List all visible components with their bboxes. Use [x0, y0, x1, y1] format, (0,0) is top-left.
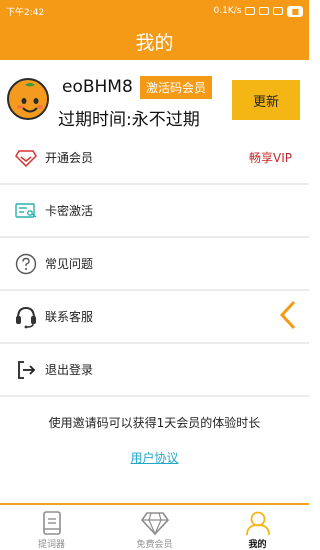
card-key-icon [14, 199, 38, 223]
battery-icon: ■ [287, 5, 303, 17]
expiry-text: 过期时间:永不过期 [58, 110, 200, 130]
profile-section: eoBHM8 激活码会员 过期时间:永不过期 更新 [0, 60, 309, 135]
menu-item-faq[interactable]: 常见问题 [0, 238, 309, 291]
menu-item-logout[interactable]: 退出登录 [0, 344, 309, 397]
header-bar: 我的 [0, 22, 309, 60]
wifi-icon [273, 7, 284, 15]
logout-icon [14, 358, 38, 382]
chevron-left-icon[interactable] [279, 300, 297, 334]
menu-item-label: 联系客服 [45, 310, 94, 324]
menu-item-label: 开通会员 [45, 151, 94, 165]
teleprompter-icon [42, 511, 61, 535]
menu-item-label: 卡密激活 [45, 204, 94, 218]
nav-label: 免费会员 [136, 540, 173, 550]
page-title: 我的 [135, 31, 174, 54]
user-agreement-link[interactable]: 用户协议 [0, 449, 309, 466]
menu-item-label: 退出登录 [45, 363, 94, 377]
diamond-icon [14, 146, 38, 170]
vip-promo-text: 畅享VIP [249, 151, 292, 165]
nav-item-teleprompter[interactable]: 提词器 [0, 505, 103, 550]
network-speed: 0.1K/s [213, 6, 242, 16]
diamond-icon [140, 512, 169, 536]
avatar[interactable] [7, 78, 49, 120]
username: eoBHM8 [62, 77, 133, 97]
menu-item-vip[interactable]: 开通会员 畅享VIP [0, 132, 309, 185]
nav-label: 我的 [248, 540, 267, 550]
user-icon [245, 511, 270, 536]
menu-item-label: 常见问题 [45, 257, 94, 271]
alarm-icon [245, 7, 256, 15]
nav-item-mine[interactable]: 我的 [206, 505, 309, 550]
status-bar: 下午2:42 0.1K/s ■ [0, 0, 309, 22]
bottom-nav: 提词器 免费会员 我的 [0, 503, 309, 550]
member-badge: 激活码会员 [140, 76, 213, 99]
menu-list: 开通会员 畅享VIP 卡密激活 常见问题 联系客服 退出登录 [0, 132, 309, 397]
headset-icon [14, 305, 38, 329]
nav-label: 提词器 [37, 540, 65, 550]
menu-item-support[interactable]: 联系客服 [0, 291, 309, 344]
status-indicators: 0.1K/s ■ [213, 5, 303, 17]
menu-item-card-activation[interactable]: 卡密激活 [0, 185, 309, 238]
status-time: 下午2:42 [6, 7, 45, 18]
refresh-button[interactable]: 更新 [232, 80, 300, 120]
signal-icon [259, 7, 270, 15]
orange-avatar-icon [11, 83, 47, 118]
invite-info-text: 使用邀请码可以获得1天会员的体验时长 [48, 416, 261, 430]
question-icon [14, 252, 38, 276]
nav-item-free-membership[interactable]: 免费会员 [103, 505, 206, 550]
